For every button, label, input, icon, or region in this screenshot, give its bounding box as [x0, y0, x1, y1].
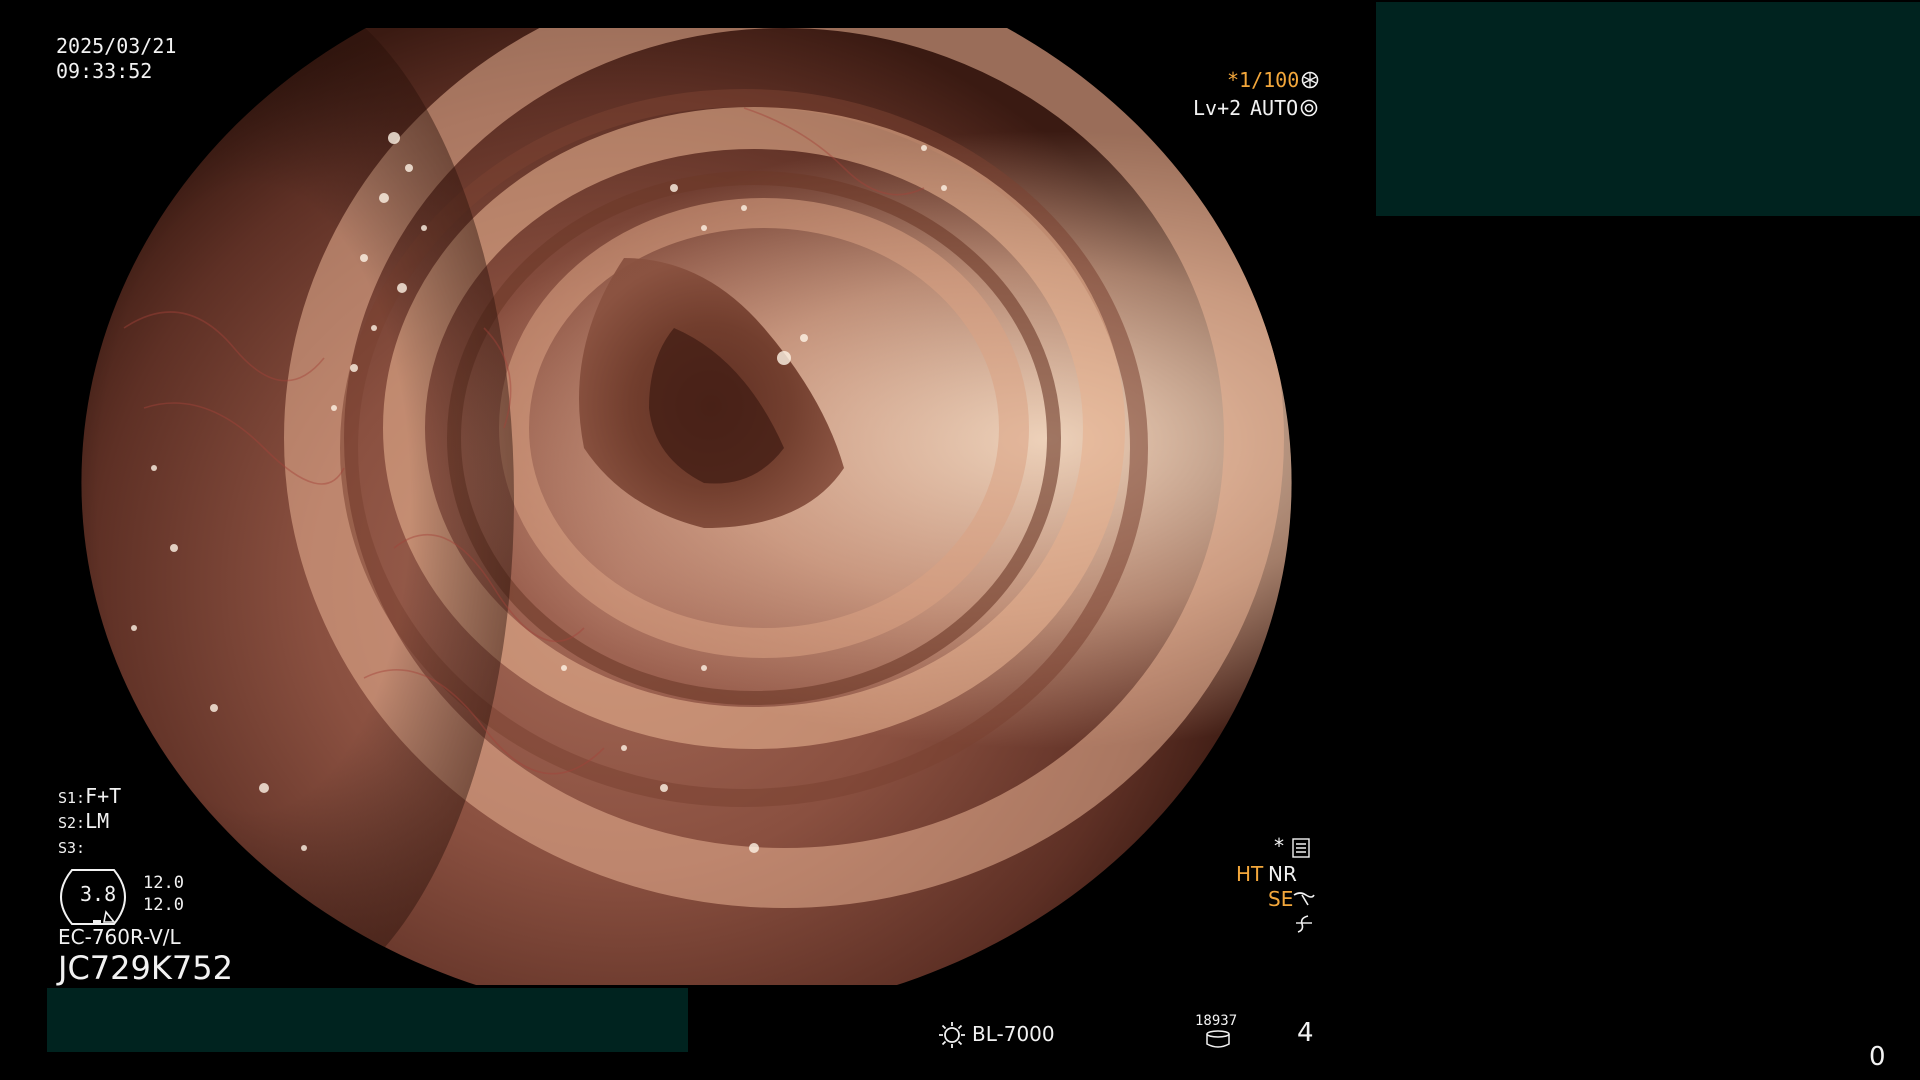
- endoscopic-image: [81, 28, 1292, 985]
- channel-number: 4: [1297, 1018, 1314, 1048]
- s3-setting: S3:: [58, 839, 86, 857]
- ring-icon: [1301, 71, 1319, 89]
- time-label: 09:33:52: [56, 59, 153, 83]
- color-enhance-icon: [1294, 914, 1314, 934]
- ht-label: HT: [1236, 862, 1264, 886]
- scope-serial: JC729K752: [58, 949, 233, 987]
- storage-icon: [1205, 1030, 1231, 1048]
- light-source-icon: [937, 1020, 967, 1050]
- shutter-label: *1/100: [1227, 68, 1300, 92]
- light-source-model: BL-7000: [972, 1022, 1055, 1046]
- structure-enhance-icon: [1292, 889, 1316, 909]
- zoom-value: 3.8: [80, 882, 117, 906]
- info-panel-bottom-left: [47, 988, 688, 1052]
- range-top: 12.0: [143, 873, 184, 893]
- se-label: SE: [1268, 887, 1294, 911]
- info-panel-top-right: [1376, 2, 1920, 216]
- star-marker: *: [1273, 834, 1286, 858]
- s1-setting: S1:F+T: [58, 784, 122, 808]
- s2-setting: S2:LM: [58, 809, 110, 833]
- nr-label: NR: [1268, 862, 1297, 886]
- iris-mode-label: AUTO: [1250, 96, 1299, 120]
- corner-number: 0: [1869, 1042, 1886, 1072]
- colon-lumen-illustration: [81, 28, 1284, 985]
- iris-icon: [1300, 99, 1318, 117]
- range-bottom: 12.0: [143, 895, 184, 915]
- settings-icon: [1292, 838, 1310, 858]
- date-label: 2025/03/21: [56, 34, 177, 58]
- scope-model: EC-760R-V/L: [58, 925, 181, 949]
- level-label: Lv+2: [1193, 96, 1242, 120]
- storage-counter: 18937: [1195, 1013, 1238, 1029]
